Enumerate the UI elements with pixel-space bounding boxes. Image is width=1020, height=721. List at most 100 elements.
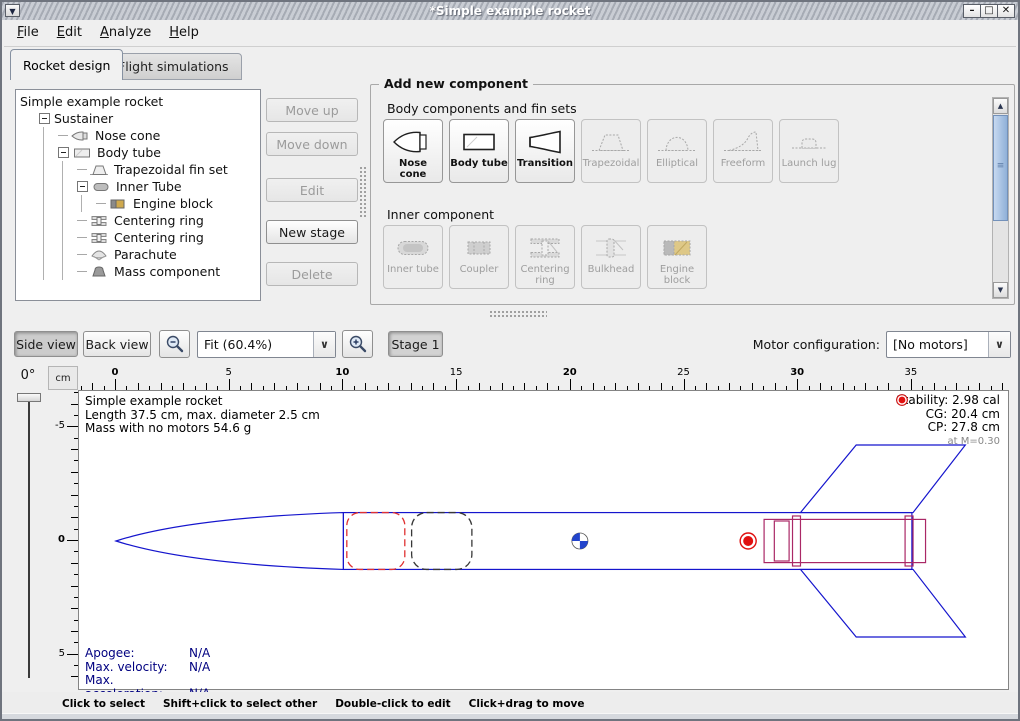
window-controls: – □ ✕ (964, 4, 1015, 18)
mass-component-shape[interactable] (412, 513, 472, 570)
tree-item-centering-ring[interactable]: Centering ring (16, 229, 260, 246)
ruler-tick (138, 383, 139, 390)
vertical-splitter[interactable] (359, 166, 367, 218)
ruler-tick (593, 383, 594, 390)
zoom-in-button[interactable] (342, 330, 373, 358)
tree-item-parachute[interactable]: Parachute (16, 246, 260, 263)
menu-file[interactable]: File (8, 20, 48, 46)
c-engine-icon (655, 231, 699, 264)
close-button[interactable]: ✕ (997, 4, 1015, 18)
delete-button: Delete (266, 262, 358, 286)
horizontal-splitter[interactable] (489, 310, 547, 319)
scrollbar-thumb[interactable]: ≡ (993, 115, 1008, 221)
chevron-down-icon: ∨ (313, 332, 335, 357)
ruler-label: -5 (55, 420, 65, 432)
add-nose-cone-button[interactable]: Nose cone (383, 119, 443, 183)
c-nose-icon (391, 125, 435, 158)
expander-minus-icon[interactable] (58, 147, 69, 158)
fin-lower-shape[interactable] (800, 569, 965, 637)
tree-item-engine-block[interactable]: Engine block (16, 195, 260, 212)
ruler-tick (843, 383, 844, 390)
menu-bar: FileEditAnalyzeHelp (4, 20, 1016, 47)
component-label: Inner tube (387, 264, 439, 275)
back-view-toggle[interactable]: Back view (83, 331, 151, 357)
tree-item-inner-tube[interactable]: Inner Tube (16, 178, 260, 195)
menu-analyze[interactable]: Analyze (91, 20, 160, 46)
stage-1-toggle[interactable]: Stage 1 (388, 331, 443, 357)
ruler-tick (524, 383, 525, 390)
tree-item-nose-cone[interactable]: Nose cone (16, 127, 260, 144)
ruler-tick (71, 449, 78, 450)
parachute-shape[interactable] (347, 513, 405, 570)
parachute-icon (90, 249, 110, 261)
hint-text: Click+drag to move (469, 698, 585, 710)
side-view-toggle[interactable]: Side view (14, 331, 78, 357)
rotation-slider[interactable] (28, 401, 30, 678)
ruler-tick (71, 563, 78, 564)
component-label: Body tube (450, 158, 508, 169)
expander-minus-icon[interactable] (77, 181, 88, 192)
ruler-tick (71, 608, 78, 609)
zoom-level-value: Fit (60.4%) (198, 337, 313, 352)
menu-edit[interactable]: Edit (48, 20, 91, 46)
tree-connector (77, 169, 87, 170)
zoom-level-combo[interactable]: Fit (60.4%) ∨ (197, 331, 336, 358)
zoom-out-button[interactable] (159, 330, 190, 358)
tree-item-simple-example-rocket[interactable]: Simple example rocket (16, 93, 260, 110)
body-tube-shape[interactable] (343, 513, 912, 570)
hint-text: Shift+click to select other (163, 698, 317, 710)
tree-guide (43, 195, 44, 212)
new-stage-button[interactable]: New stage (266, 220, 358, 244)
engine-block-shape[interactable] (774, 521, 789, 561)
add-component-title: Add new component (379, 76, 533, 91)
minimize-button[interactable]: – (963, 4, 981, 18)
ruler-tick (342, 379, 343, 390)
motor-config-label: Motor configuration: (750, 337, 880, 352)
window-titlebar[interactable]: ▼ *Simple example rocket – □ ✕ (2, 2, 1018, 20)
component-tree[interactable]: Simple example rocketSustainerNose coneB… (15, 89, 261, 301)
tree-guide (62, 161, 63, 178)
ruler-label: 25 (673, 367, 695, 378)
add-bulkhead-button: Bulkhead (581, 225, 641, 289)
info-line: Length 37.5 cm, max. diameter 2.5 cm (85, 409, 320, 423)
tree-item-trapezoidal-fin-set[interactable]: Trapezoidal fin set (16, 161, 260, 178)
tree-item-label: Sustainer (54, 111, 113, 126)
menu-help[interactable]: Help (160, 20, 208, 46)
expander-minus-icon[interactable] (39, 113, 50, 124)
nose-cone-shape[interactable] (116, 513, 343, 570)
centering-ring-icon (90, 215, 110, 227)
add-body-tube-button[interactable]: Body tube (449, 119, 509, 183)
scroll-up-icon[interactable]: ▲ (993, 98, 1008, 114)
tree-item-centering-ring[interactable]: Centering ring (16, 212, 260, 229)
ruler-tick (388, 383, 389, 390)
add-transition-button[interactable]: Transition (515, 119, 575, 183)
ruler-tick (71, 472, 78, 473)
tree-guide (43, 263, 44, 280)
tree-item-mass-component[interactable]: Mass component (16, 263, 260, 280)
rocket-drawing[interactable] (79, 391, 1008, 689)
tab-flight-simulations[interactable]: Flight simulations (105, 53, 242, 80)
fin-upper-shape[interactable] (800, 445, 965, 513)
maximize-button[interactable]: □ (980, 4, 998, 18)
c-transition-icon (523, 125, 567, 158)
tree-item-sustainer[interactable]: Sustainer (16, 110, 260, 127)
scroll-down-icon[interactable]: ▼ (993, 282, 1008, 298)
app-window: ▼ *Simple example rocket – □ ✕ FileEditA… (0, 0, 1020, 721)
mach-note: at M=0.30 (896, 435, 1000, 449)
tree-item-body-tube[interactable]: Body tube (16, 144, 260, 161)
motor-config-combo[interactable]: [No motors] ∨ (886, 331, 1011, 358)
c-inner-icon (391, 231, 435, 264)
ruler-tick (71, 517, 78, 518)
c-body-icon (457, 125, 501, 158)
tree-connector (58, 135, 68, 136)
ruler-tick (456, 379, 457, 390)
component-scrollbar[interactable]: ▲ ≡ ▼ (992, 97, 1009, 299)
inner-tube-shape[interactable] (764, 519, 925, 562)
rocket-canvas[interactable]: Simple example rocketLength 37.5 cm, max… (78, 390, 1009, 690)
window-bottom-frame (2, 713, 1018, 719)
ruler-tick (365, 383, 366, 390)
rotation-slider-thumb[interactable] (17, 393, 41, 402)
centering-ring-shape[interactable] (793, 516, 801, 566)
c-bulk-icon (589, 231, 633, 264)
tab-rocket-design[interactable]: Rocket design (10, 49, 123, 80)
